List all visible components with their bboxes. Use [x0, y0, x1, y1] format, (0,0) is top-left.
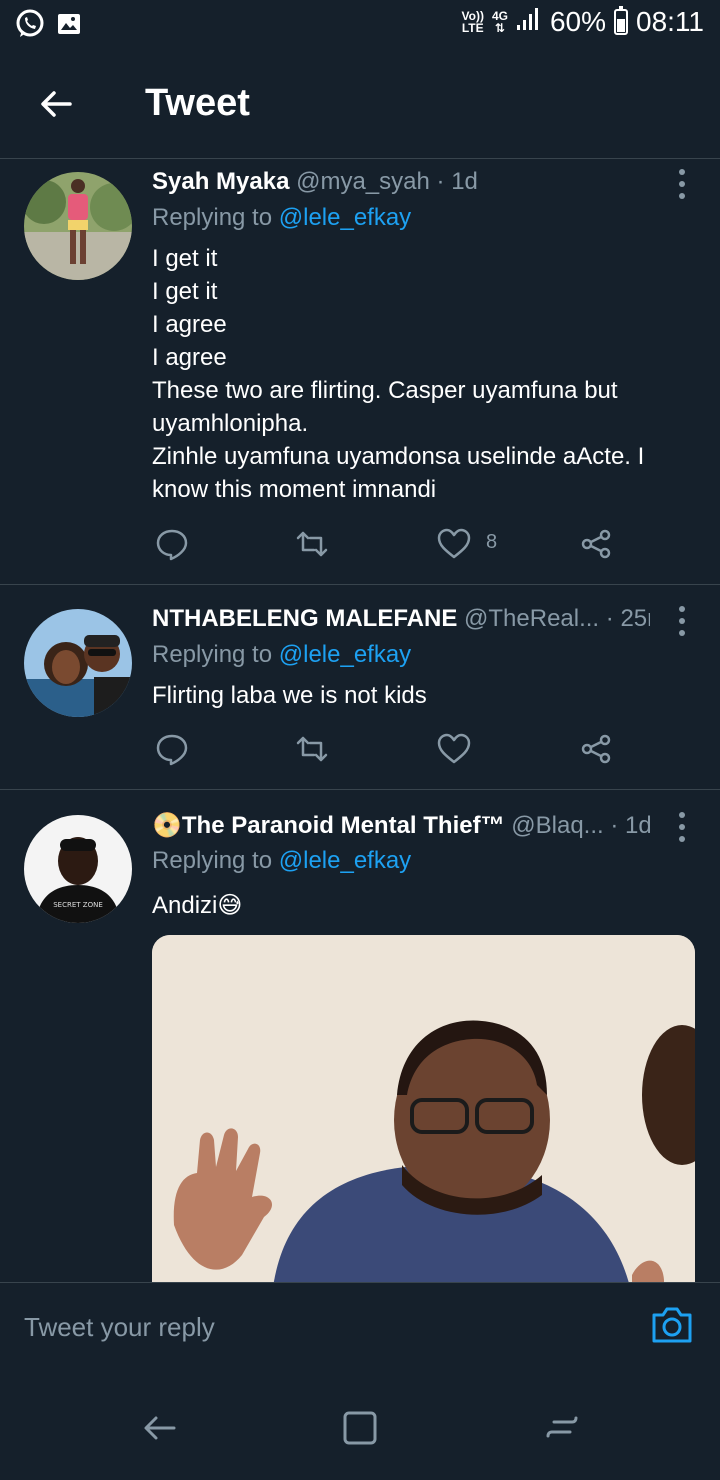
- tweet-item[interactable]: SECRET ZONE 📀The Paranoid Mental Thief™ …: [0, 791, 720, 1295]
- app-header: Tweet: [0, 52, 720, 159]
- nav-home-icon: [343, 1411, 377, 1445]
- camera-icon: [652, 1307, 692, 1343]
- more-options-button[interactable]: [672, 166, 692, 202]
- tweet-text: I get it I get it I agree I agree These …: [152, 245, 645, 503]
- more-dot: [679, 181, 685, 187]
- replying-to: Replying to @lele_efkay: [152, 204, 411, 232]
- tweet-text: Andizi😅: [152, 892, 243, 919]
- network-indicator: 4G ⇅: [491, 9, 508, 35]
- share-icon: [581, 734, 611, 764]
- author-name[interactable]: NTHABELENG MALEFANE: [152, 605, 457, 632]
- separator: ·: [436, 168, 445, 195]
- nav-recents-icon: [546, 1416, 578, 1438]
- reply-icon: [156, 734, 188, 766]
- nav-back-button[interactable]: [140, 1408, 180, 1448]
- replying-label: Replying to: [152, 847, 279, 874]
- mention-link[interactable]: @lele_efkay: [279, 847, 411, 874]
- tweet-time: 1d: [451, 168, 478, 195]
- share-button[interactable]: [578, 526, 614, 562]
- battery-percent: 60%: [549, 6, 606, 37]
- mention-link[interactable]: @lele_efkay: [279, 204, 411, 231]
- share-button[interactable]: [578, 731, 614, 767]
- clock: 08:11: [636, 6, 704, 37]
- reply-composer: [0, 1282, 720, 1374]
- share-icon: [581, 529, 611, 559]
- more-dot: [679, 193, 685, 199]
- reply-input[interactable]: [24, 1307, 584, 1347]
- author-name-emoji: 📀: [152, 812, 182, 839]
- more-vertical-icon: [679, 606, 685, 612]
- tweet-time: 25m: [620, 605, 650, 632]
- avatar[interactable]: SECRET ZONE: [24, 815, 132, 923]
- tweet-actions: 8: [152, 526, 622, 566]
- more-dot: [679, 618, 685, 624]
- nav-recents-button[interactable]: [542, 1408, 582, 1448]
- separator: ·: [610, 812, 619, 839]
- separator: ·: [605, 605, 614, 632]
- nav-back-icon: [144, 1416, 176, 1440]
- retweet-button[interactable]: [294, 526, 330, 562]
- retweet-icon: [296, 531, 328, 557]
- more-options-button[interactable]: [672, 603, 692, 639]
- tweet-media-image[interactable]: [152, 935, 695, 1295]
- nav-home-button[interactable]: [340, 1408, 380, 1448]
- author-handle: @TheReal...: [464, 605, 600, 632]
- author-handle: @mya_syah: [296, 168, 430, 195]
- tweet-actions: [152, 731, 622, 771]
- author-name[interactable]: The Paranoid Mental Thief™: [182, 812, 505, 839]
- replying-label: Replying to: [152, 204, 279, 231]
- more-vertical-icon: [679, 812, 685, 818]
- tweet-item[interactable]: NTHABELENG MALEFANE @TheReal... · 25m Re…: [0, 585, 720, 790]
- author-handle: @Blaq...: [511, 812, 604, 839]
- battery-icon: [614, 6, 628, 35]
- like-count: 8: [486, 531, 498, 553]
- heart-icon: [437, 733, 471, 764]
- back-button[interactable]: [36, 84, 76, 124]
- more-options-button[interactable]: [672, 809, 692, 845]
- more-vertical-icon: [679, 169, 685, 175]
- avatar[interactable]: [24, 172, 132, 280]
- author-name[interactable]: Syah Myaka: [152, 168, 289, 195]
- more-dot: [679, 836, 685, 842]
- reply-icon: [156, 529, 188, 561]
- camera-button[interactable]: [648, 1301, 696, 1349]
- more-dot: [679, 824, 685, 830]
- signal-icon: [516, 6, 542, 38]
- tweet-item[interactable]: Syah Myaka @mya_syah · 1d Replying to @l…: [0, 160, 720, 585]
- reply-button[interactable]: [154, 526, 190, 562]
- mention-link[interactable]: @lele_efkay: [279, 641, 411, 668]
- page-title: Tweet: [145, 82, 250, 124]
- replying-label: Replying to: [152, 641, 279, 668]
- gallery-icon: [56, 11, 82, 42]
- heart-icon: [437, 528, 471, 559]
- retweet-button[interactable]: [294, 731, 330, 767]
- reply-button[interactable]: [154, 731, 190, 767]
- replying-to: Replying to @lele_efkay: [152, 847, 411, 875]
- whatsapp-icon: [14, 8, 46, 45]
- replying-to: Replying to @lele_efkay: [152, 641, 411, 669]
- back-arrow-icon: [41, 91, 72, 117]
- shirt-print: SECRET ZONE: [53, 901, 103, 909]
- like-button[interactable]: [436, 526, 472, 562]
- like-button[interactable]: [436, 731, 472, 767]
- status-bar: Vo)) LTE 4G ⇅ 60% 08:11: [0, 0, 720, 52]
- tweet-time: 1d: [625, 812, 650, 839]
- system-nav-bar: [0, 1372, 720, 1480]
- more-dot: [679, 630, 685, 636]
- volte-indicator: Vo)) LTE: [461, 9, 484, 35]
- tweet-text: Flirting laba we is not kids: [152, 682, 427, 709]
- avatar[interactable]: [24, 609, 132, 717]
- retweet-icon: [296, 736, 328, 762]
